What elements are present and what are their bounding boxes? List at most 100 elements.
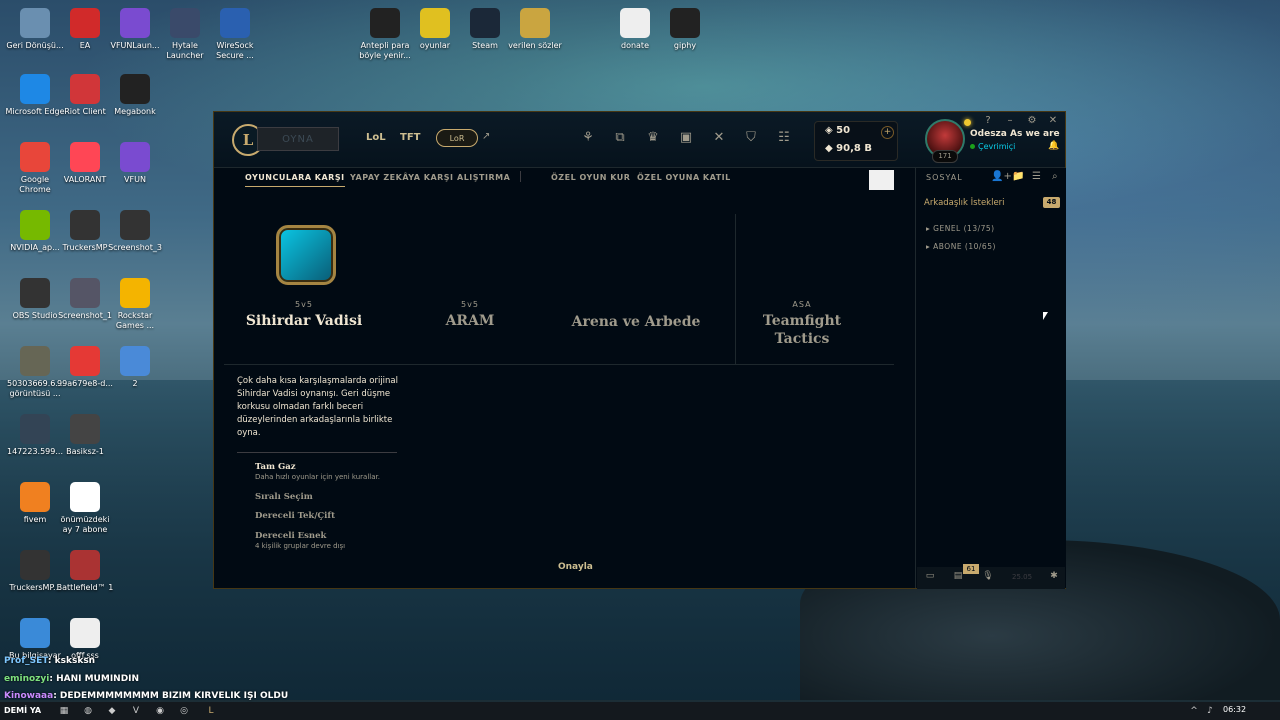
valorant-taskbar-icon[interactable]: V bbox=[130, 705, 142, 717]
settings-gear-icon[interactable]: ⚙ bbox=[1025, 115, 1039, 126]
mode-summoners-rift[interactable]: 5v5 Sihirdar Vadisi bbox=[224, 300, 384, 330]
image-icon bbox=[670, 8, 700, 38]
online-dot-icon bbox=[970, 144, 975, 149]
tab-coop-ai[interactable]: YAPAY ZEKÂYA KARŞI bbox=[350, 173, 454, 182]
add-folder-icon[interactable]: 📁 bbox=[1012, 171, 1024, 182]
notifications-badge: 61 bbox=[963, 564, 979, 574]
rp-amount: ◈ 50 bbox=[825, 125, 851, 136]
desktop-icon-video2[interactable]: offf.sss bbox=[55, 618, 115, 661]
taskview-icon[interactable]: ▦ bbox=[58, 705, 70, 717]
desktop-icon-megabonk[interactable]: Megabonk bbox=[105, 74, 165, 117]
notification-bell-icon[interactable]: 🔔 bbox=[1048, 141, 1059, 151]
chat-line: Prof_SET: ksksksn bbox=[4, 656, 96, 666]
mode-sub: 5v5 bbox=[461, 300, 479, 309]
store-nav-icon[interactable]: ⛉ bbox=[743, 130, 759, 146]
ea-icon bbox=[70, 8, 100, 38]
game-tft-link[interactable]: TFT bbox=[400, 132, 420, 143]
add-rp-icon[interactable]: + bbox=[881, 126, 894, 139]
taskbar-label: DEMİ YA bbox=[4, 706, 42, 715]
confirm-button[interactable]: Onayla bbox=[558, 562, 593, 572]
tab-create-custom[interactable]: ÖZEL OYUN KUR bbox=[551, 173, 630, 182]
desktop-icon-folder[interactable]: verilen sözler bbox=[505, 8, 565, 51]
document-icon bbox=[120, 346, 150, 376]
voice-icon[interactable]: 🎙 bbox=[979, 571, 997, 585]
game-lor-link[interactable]: LoR bbox=[436, 129, 478, 147]
queue-ranked-flex-sub: 4 kişilik gruplar devre dışı bbox=[255, 542, 346, 550]
tab-join-custom[interactable]: ÖZEL OYUNA KATIL bbox=[637, 173, 731, 182]
mode-tft[interactable]: ASA Teamfight Tactics bbox=[722, 300, 882, 348]
close-icon[interactable]: ✕ bbox=[1046, 115, 1060, 126]
summoner-level: 171 bbox=[932, 150, 958, 163]
truckersmp2-icon bbox=[20, 550, 50, 580]
play-button[interactable]: OYNA bbox=[257, 127, 339, 151]
queue-ranked-solo[interactable]: Dereceli Tek/Çift bbox=[255, 511, 335, 521]
mode-aram[interactable]: 5v5 ARAM bbox=[390, 300, 550, 330]
champions-nav-icon[interactable]: ♛ bbox=[645, 130, 661, 146]
status-text[interactable]: Çevrimiçi bbox=[970, 142, 1015, 151]
battlefield-icon bbox=[70, 550, 100, 580]
add-friend-icon[interactable]: 👤+ bbox=[991, 171, 1012, 182]
group-general[interactable]: ▸ GENEL (13/75) bbox=[926, 224, 995, 233]
minimize-icon[interactable]: – bbox=[1003, 115, 1017, 126]
queue-ranked-flex[interactable]: Dereceli Esnek bbox=[255, 531, 326, 541]
friend-requests-badge: 48 bbox=[1043, 197, 1060, 208]
desktop-icon-text-file[interactable]: önümüzdeki ay 7 abone bbox=[55, 482, 115, 535]
riot-icon bbox=[70, 74, 100, 104]
search-icon[interactable]: ⌕ bbox=[1052, 171, 1058, 182]
desktop-icon-screenshot[interactable]: Screenshot_3 bbox=[105, 210, 165, 253]
league-taskbar-icon[interactable]: L bbox=[205, 705, 217, 717]
wiresock-icon bbox=[220, 8, 250, 38]
social-bottom-bar: ▭ ▤ 61 🎙 25.05 ✱ bbox=[917, 564, 1065, 589]
edge-taskbar-icon[interactable]: ◍ bbox=[82, 705, 94, 717]
version-text: 25.05 bbox=[1012, 573, 1033, 581]
blank-square-button[interactable] bbox=[869, 170, 894, 190]
app-taskbar-icon[interactable]: ◆ bbox=[106, 705, 118, 717]
volume-icon[interactable]: ♪ bbox=[1204, 705, 1216, 717]
video2-icon bbox=[70, 618, 100, 648]
group-subscribers[interactable]: ▸ ABONE (10/65) bbox=[926, 242, 996, 251]
chrome-icon bbox=[20, 142, 50, 172]
mode-name: Teamfight Tactics bbox=[762, 313, 842, 347]
tft-nav-icon[interactable]: ⚘ bbox=[580, 130, 596, 146]
queue-draft[interactable]: Sıralı Seçim bbox=[255, 492, 313, 502]
desktop-icon-label: Screenshot_3 bbox=[108, 243, 162, 252]
video-icon bbox=[370, 8, 400, 38]
desktop-icon-basiksz[interactable]: Basiksz-1 bbox=[55, 414, 115, 457]
mode-sub: 5v5 bbox=[295, 300, 313, 309]
desktop-icon-battlefield[interactable]: Battlefield™ 1 bbox=[55, 550, 115, 593]
star-folder-icon bbox=[420, 8, 450, 38]
tab-training[interactable]: ALIŞTIRMA bbox=[457, 173, 510, 182]
queue-swiftplay-sub: Daha hızlı oyunlar için yeni kurallar. bbox=[255, 473, 380, 481]
tray-arrow-icon[interactable]: ^ bbox=[1188, 705, 1200, 717]
blue-essence-amount: ◆ 90,8 B bbox=[825, 143, 872, 154]
chat-icon[interactable]: ▭ bbox=[921, 571, 939, 585]
pdf-icon bbox=[70, 346, 100, 376]
clock[interactable]: 06:32 bbox=[1223, 705, 1246, 714]
league-client-window: L OYNA LoL TFT LoR ↗ ⚘ ⧉ ♛ ▣ ✕ ⛉ ☷ ◈ 50 … bbox=[213, 111, 1066, 589]
desktop-icon-wiresock[interactable]: WireSock Secure ... bbox=[205, 8, 265, 61]
nvidia-icon bbox=[20, 210, 50, 240]
list-view-icon[interactable]: ☰ bbox=[1032, 171, 1041, 182]
friend-requests[interactable]: Arkadaşlık İstekleri bbox=[924, 198, 1005, 208]
currency-panel[interactable]: ◈ 50 ◆ 90,8 B + bbox=[814, 121, 898, 161]
collection-nav-icon[interactable]: ⧉ bbox=[612, 130, 628, 146]
game-lol-link[interactable]: LoL bbox=[366, 132, 386, 143]
clash-nav-icon[interactable]: ✕ bbox=[711, 130, 727, 146]
obs-icon bbox=[20, 278, 50, 308]
desktop-icon-rockstar[interactable]: Rockstar Games ... bbox=[105, 278, 165, 331]
mode-sub: ASA bbox=[792, 300, 812, 309]
desktop-icon-vfun2[interactable]: VFUN bbox=[105, 142, 165, 185]
tab-pvp[interactable]: OYUNCULARA KARŞI bbox=[245, 173, 345, 187]
desktop-icon-document[interactable]: 2 bbox=[105, 346, 165, 389]
more-nav-icon[interactable]: ☷ bbox=[776, 130, 792, 146]
bug-report-icon[interactable]: ✱ bbox=[1045, 571, 1063, 585]
desktop-icon-label: önümüzdeki ay 7 abone bbox=[60, 515, 110, 534]
loot-nav-icon[interactable]: ▣ bbox=[678, 130, 694, 146]
desktop-icon-image[interactable]: giphy bbox=[655, 8, 715, 51]
queue-swiftplay[interactable]: Tam Gaz bbox=[255, 462, 296, 472]
mode-arena[interactable]: Arena ve Arbede bbox=[556, 300, 716, 331]
help-icon[interactable]: ? bbox=[981, 115, 995, 126]
discord-taskbar-icon[interactable]: ◉ bbox=[154, 705, 166, 717]
social-panel: SOSYAL 👤+ 📁 ☰ ⌕ Arkadaşlık İstekleri 48 … bbox=[915, 168, 1066, 588]
obs-taskbar-icon[interactable]: ◎ bbox=[178, 705, 190, 717]
